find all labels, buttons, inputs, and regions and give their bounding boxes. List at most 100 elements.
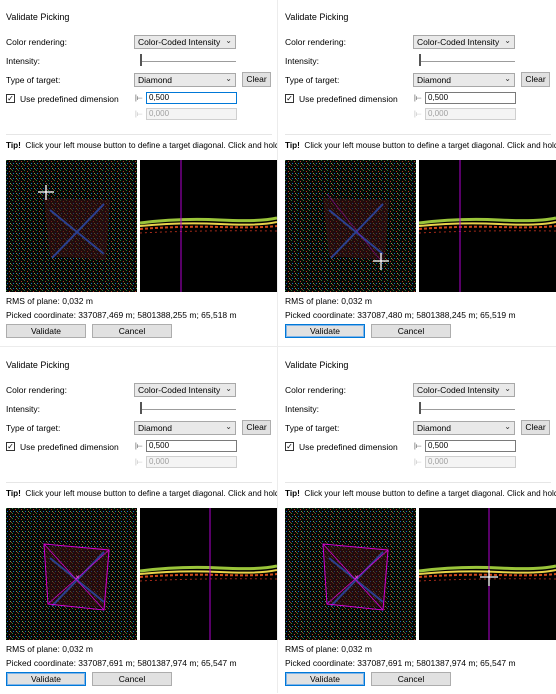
svg-text:×: × [354,574,359,581]
dimension-icon: |⟝ [135,443,143,450]
tip-text: Click your left mouse button to define a… [304,141,556,150]
use-dimension-checkbox[interactable]: ✓ [285,442,294,451]
target-type-value: Diamond [417,75,452,85]
profile-view[interactable] [419,508,556,640]
rms-text: RMS of plane: 0,032 m [285,644,372,654]
dimension-icon: |⟝ [135,95,143,102]
picked-coordinate-text: Picked coordinate: 337087,691 m; 5801387… [285,658,516,668]
dialog-title: Validate Picking [6,12,70,22]
use-dimension-label: Use predefined dimension [20,442,119,452]
svg-text:×: × [75,574,80,581]
rms-text: RMS of plane: 0,032 m [6,296,93,306]
dimension-input[interactable]: 0,500 [425,440,516,452]
section-divider [6,482,272,483]
intensity-slider[interactable] [140,409,236,410]
clear-button[interactable]: Clear [521,420,550,435]
cancel-button[interactable]: Cancel [92,672,172,686]
target-type-value: Diamond [417,423,452,433]
use-dimension-checkbox[interactable]: ✓ [6,442,15,451]
point-cloud-view[interactable] [285,160,416,292]
picked-coordinate-text: Picked coordinate: 337087,469 m; 5801388… [6,310,237,320]
dimension-input[interactable]: 0,500 [146,92,237,104]
target-type-dropdown[interactable]: Diamond ⌄ [413,73,515,87]
target-type-dropdown[interactable]: Diamond ⌄ [134,421,236,435]
rms-text: RMS of plane: 0,032 m [6,644,93,654]
intensity-label: Intensity: [6,404,41,414]
color-rendering-dropdown[interactable]: Color-Coded Intensity ⌄ [134,35,236,49]
intensity-slider[interactable] [419,61,515,62]
color-rendering-value: Color-Coded Intensity [417,37,500,47]
target-type-label: Type of target: [6,75,61,85]
dimension-icon: |⟝ [414,95,422,102]
chevron-down-icon: ⌄ [225,36,232,45]
point-cloud-view[interactable]: × [285,508,416,640]
color-rendering-dropdown[interactable]: Color-Coded Intensity ⌄ [134,383,236,397]
section-divider [285,134,551,135]
tip-line: Tip! Click your left mouse button to def… [285,141,556,150]
use-dimension-label: Use predefined dimension [20,94,119,104]
target-type-value: Diamond [138,423,173,433]
point-cloud-view[interactable] [6,160,137,292]
cancel-button[interactable]: Cancel [371,324,451,338]
validate-button[interactable]: Validate [285,672,365,686]
intensity-slider[interactable] [419,409,515,410]
validate-button[interactable]: Validate [6,672,86,686]
dimension-input[interactable]: 0,500 [146,440,237,452]
dialog-title: Validate Picking [285,360,349,370]
dimension-input-secondary: 0,000 [425,456,516,468]
color-rendering-dropdown[interactable]: Color-Coded Intensity ⌄ [413,383,515,397]
dialog-title: Validate Picking [6,360,70,370]
dimension-input-secondary: 0,000 [146,456,237,468]
validate-picking-panel-4: Validate Picking Color rendering: Color-… [279,348,556,694]
clear-button[interactable]: Clear [242,420,271,435]
clear-button[interactable]: Clear [242,72,271,87]
color-rendering-dropdown[interactable]: Color-Coded Intensity ⌄ [413,35,515,49]
color-rendering-label: Color rendering: [285,37,346,47]
intensity-slider[interactable] [140,61,236,62]
intensity-slider-thumb[interactable] [419,402,421,414]
validate-button[interactable]: Validate [285,324,365,338]
dimension-icon: |⟝ [135,111,143,118]
dimension-input-secondary: 0,000 [146,108,237,120]
target-type-dropdown[interactable]: Diamond ⌄ [413,421,515,435]
validate-button[interactable]: Validate [6,324,86,338]
use-dimension-checkbox[interactable]: ✓ [285,94,294,103]
chevron-down-icon: ⌄ [225,422,232,431]
use-dimension-checkbox[interactable]: ✓ [6,94,15,103]
target-type-label: Type of target: [6,423,61,433]
intensity-slider-thumb[interactable] [419,54,421,66]
tip-text: Click your left mouse button to define a… [25,141,277,150]
target-type-label: Type of target: [285,423,340,433]
dimension-input[interactable]: 0,500 [425,92,516,104]
tip-label: Tip! [285,489,300,498]
tip-label: Tip! [6,141,21,150]
color-rendering-value: Color-Coded Intensity [138,385,221,395]
dimension-input-secondary: 0,000 [425,108,516,120]
validate-picking-panel-1: Validate Picking Color rendering: Color-… [0,0,277,346]
cancel-button[interactable]: Cancel [92,324,172,338]
section-divider [285,482,551,483]
point-cloud-view[interactable]: × [6,508,137,640]
target-type-dropdown[interactable]: Diamond ⌄ [134,73,236,87]
profile-view[interactable] [140,508,277,640]
cancel-button[interactable]: Cancel [371,672,451,686]
checkmark-icon: ✓ [286,94,293,103]
intensity-label: Intensity: [6,56,41,66]
tip-line: Tip! Click your left mouse button to def… [285,489,556,498]
profile-view[interactable] [419,160,556,292]
color-rendering-label: Color rendering: [285,385,346,395]
intensity-slider-thumb[interactable] [140,54,142,66]
color-rendering-value: Color-Coded Intensity [138,37,221,47]
profile-view[interactable] [140,160,277,292]
clear-button[interactable]: Clear [521,72,550,87]
intensity-slider-thumb[interactable] [140,402,142,414]
tip-line: Tip! Click your left mouse button to def… [6,141,277,150]
tip-line: Tip! Click your left mouse button to def… [6,489,277,498]
checkmark-icon: ✓ [7,94,14,103]
target-type-value: Diamond [138,75,173,85]
tip-text: Click your left mouse button to define a… [25,489,277,498]
dimension-icon: |⟝ [414,111,422,118]
rms-text: RMS of plane: 0,032 m [285,296,372,306]
dimension-icon: |⟝ [414,459,422,466]
color-rendering-label: Color rendering: [6,37,67,47]
